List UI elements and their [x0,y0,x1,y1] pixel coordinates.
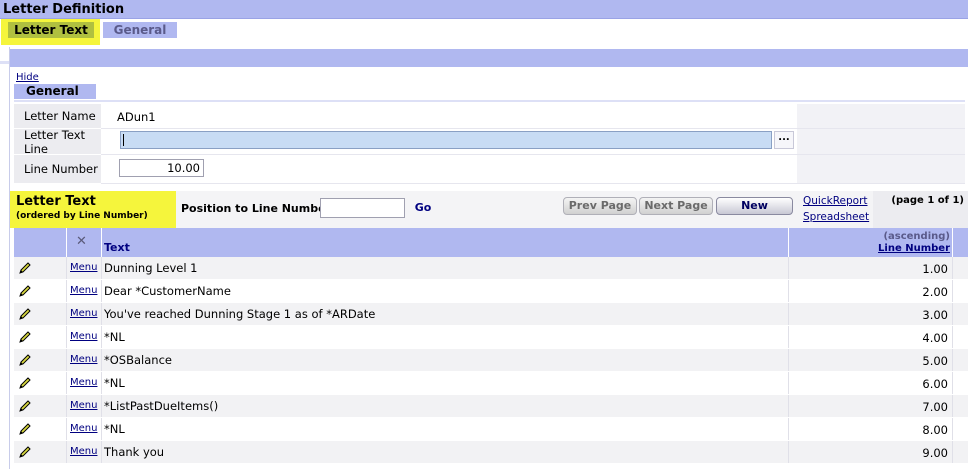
list-toolbar: Position to Line Number Go Prev Page Nex… [176,191,968,228]
column-header-text[interactable]: Text [104,241,130,254]
clear-x-icon[interactable]: ✕ [76,234,87,249]
line-number-input[interactable]: 10.00 [119,159,204,177]
line-number-extra-cell [797,155,965,183]
list-title: Letter Text [16,194,96,209]
table-row: Menu *NL 6.00 [14,372,968,395]
row-text: *NL [104,376,125,390]
list-title-highlight: Letter Text (ordered by Line Number) [10,191,176,228]
row-text: Dear *CustomerName [104,284,231,298]
row-menu-link[interactable]: Menu [70,285,97,296]
row-line-number: 5.00 [922,354,948,368]
row-menu-link[interactable]: Menu [70,331,97,342]
table-row: Menu You've reached Dunning Stage 1 as o… [14,303,968,326]
letter-name-value: ADun1 [117,110,156,124]
pencil-edit-icon[interactable] [18,284,32,298]
pencil-edit-icon[interactable] [18,261,32,275]
table-row: Menu *NL 8.00 [14,418,968,441]
letter-text-grid: ✕ Text (ascending) Line Number Menu Dunn… [14,228,968,464]
letter-name-label: Letter Name [14,104,101,129]
window-title: Letter Definition [0,0,968,19]
row-line-number: 9.00 [922,446,948,460]
line-number-label: Line Number [14,155,101,184]
position-input[interactable] [320,198,405,218]
letter-name-extra-cell [797,104,965,128]
hide-link[interactable]: Hide [16,72,39,83]
section-divider [14,100,965,102]
letter-text-line-label: Letter Text Line [14,128,101,156]
letter-text-line-row: Letter Text Line ... [14,128,965,156]
row-line-number: 1.00 [922,262,948,276]
general-section-title: General [14,84,96,99]
tab-letter-text-highlight[interactable]: Letter Text [1,19,100,45]
row-menu-link[interactable]: Menu [70,400,97,411]
letter-text-line-extra-cell [797,129,965,154]
row-line-number: 7.00 [922,400,948,414]
spreadsheet-link[interactable]: Spreadsheet [803,211,869,223]
list-subtitle: (ordered by Line Number) [16,211,148,221]
new-button[interactable]: New [716,197,793,215]
tab-general[interactable]: General [103,22,177,38]
row-menu-link[interactable]: Menu [70,308,97,319]
table-row: Menu Dear *CustomerName 2.00 [14,280,968,303]
row-line-number: 8.00 [922,423,948,437]
table-row: Menu Dunning Level 1 1.00 [14,257,968,280]
row-menu-link[interactable]: Menu [70,262,97,273]
quickreport-link[interactable]: QuickReport [803,195,868,207]
row-text: *NL [104,422,125,436]
tab-bar: Letter Text General [0,19,968,64]
row-text: *OSBalance [104,353,172,367]
row-menu-link[interactable]: Menu [70,446,97,457]
lookup-ellipsis-button[interactable]: ... [774,131,794,149]
line-number-row: Line Number 10.00 [14,155,965,184]
row-menu-link[interactable]: Menu [70,377,97,388]
row-menu-link[interactable]: Menu [70,423,97,434]
table-row: Menu *OSBalance 5.00 [14,349,968,372]
row-line-number: 6.00 [922,377,948,391]
row-text: *NL [104,330,125,344]
row-text: Thank you [104,445,165,459]
go-button[interactable]: Go [410,199,436,217]
row-text: You've reached Dunning Stage 1 as of *AR… [104,307,376,321]
tab-letter-text[interactable]: Letter Text [8,22,94,38]
grid-rows: Menu Dunning Level 1 1.00 Menu Dear *Cus… [14,257,968,464]
pencil-edit-icon[interactable] [18,445,32,459]
column-header-line-number[interactable]: Line Number [824,243,950,254]
letter-name-row: Letter Name ADun1 [14,104,965,129]
line-number-cell: 10.00 [101,155,965,184]
pencil-edit-icon[interactable] [18,307,32,321]
next-page-button[interactable]: Next Page [639,197,713,215]
letter-text-line-cell: ... [101,129,965,155]
letter-text-line-input[interactable] [120,131,772,149]
row-text: *ListPastDueItems() [104,399,219,413]
page-info: (page 1 of 1) [873,191,968,228]
pencil-edit-icon[interactable] [18,330,32,344]
pencil-edit-icon[interactable] [18,422,32,436]
row-line-number: 4.00 [922,331,948,345]
row-line-number: 2.00 [922,285,948,299]
sort-direction-note: (ascending) [883,231,950,242]
table-row: Menu Thank you 9.00 [14,441,968,464]
letter-text-panel: Hide General Letter Name ADun1 Letter Te… [9,47,968,469]
table-row: Menu *NL 4.00 [14,326,968,349]
grid-header: ✕ Text (ascending) Line Number [14,228,968,257]
letter-name-cell: ADun1 [101,104,965,129]
position-label: Position to Line Number [181,202,331,215]
pencil-edit-icon[interactable] [18,376,32,390]
panel-header-band [10,49,968,67]
row-menu-link[interactable]: Menu [70,354,97,365]
pencil-edit-icon[interactable] [18,399,32,413]
table-row: Menu *ListPastDueItems() 7.00 [14,395,968,418]
text-caret [123,134,124,146]
prev-page-button[interactable]: Prev Page [563,197,637,215]
row-line-number: 3.00 [922,308,948,322]
pencil-edit-icon[interactable] [18,353,32,367]
row-text: Dunning Level 1 [104,261,198,275]
